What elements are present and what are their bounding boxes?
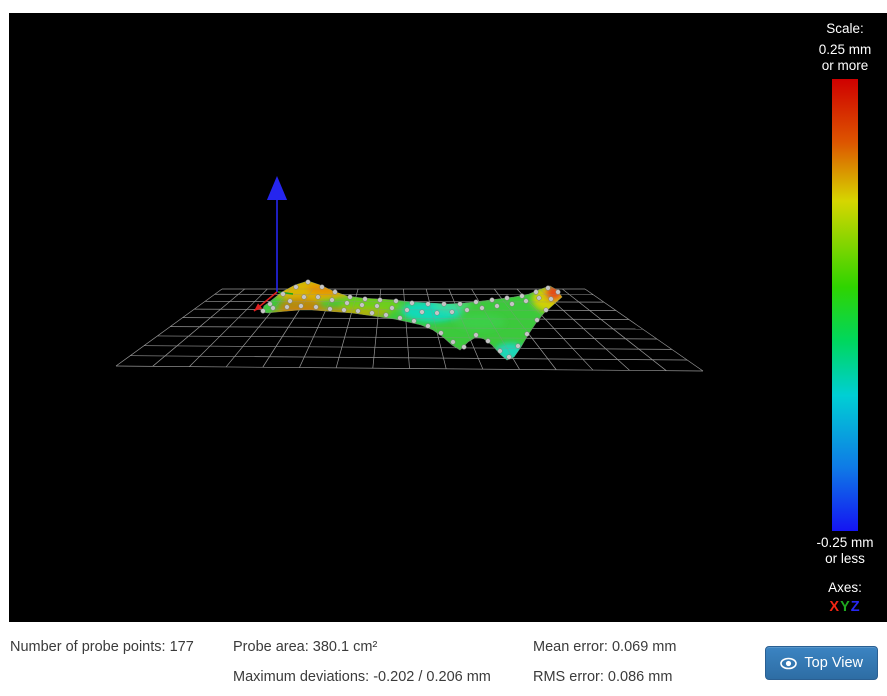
top-view-button[interactable]: Top View [765,646,878,680]
probe-mesh-3d-scene [9,13,887,622]
eye-icon [780,657,797,670]
z-axis-letter: Z [851,599,861,615]
top-view-label: Top View [804,655,863,671]
axes-label: Axes: [805,580,885,596]
axes-xyz-legend: XYZ [805,599,885,615]
3d-viewport[interactable]: Scale: 0.25 mm or more -0.25 mm or less … [9,13,887,622]
color-scale-bar [832,79,858,531]
stat-mean-error: Mean error: 0.069 mm [533,639,676,655]
scale-min-label: -0.25 mm or less [805,535,885,567]
scale-max-label: 0.25 mm or more [805,42,885,74]
scale-label: Scale: [805,21,885,37]
probe-results-page: Scale: 0.25 mm or more -0.25 mm or less … [0,0,887,696]
stat-probe-points: Number of probe points: 177 [10,639,194,655]
x-axis-letter: X [829,599,840,615]
stat-max-deviations: Maximum deviations: -0.202 / 0.206 mm [233,669,491,685]
y-axis-letter: Y [840,599,851,615]
stat-rms-error: RMS error: 0.086 mm [533,669,672,685]
scale-panel: Scale: 0.25 mm or more -0.25 mm or less … [805,21,885,615]
stat-probe-area: Probe area: 380.1 cm² [233,639,377,655]
